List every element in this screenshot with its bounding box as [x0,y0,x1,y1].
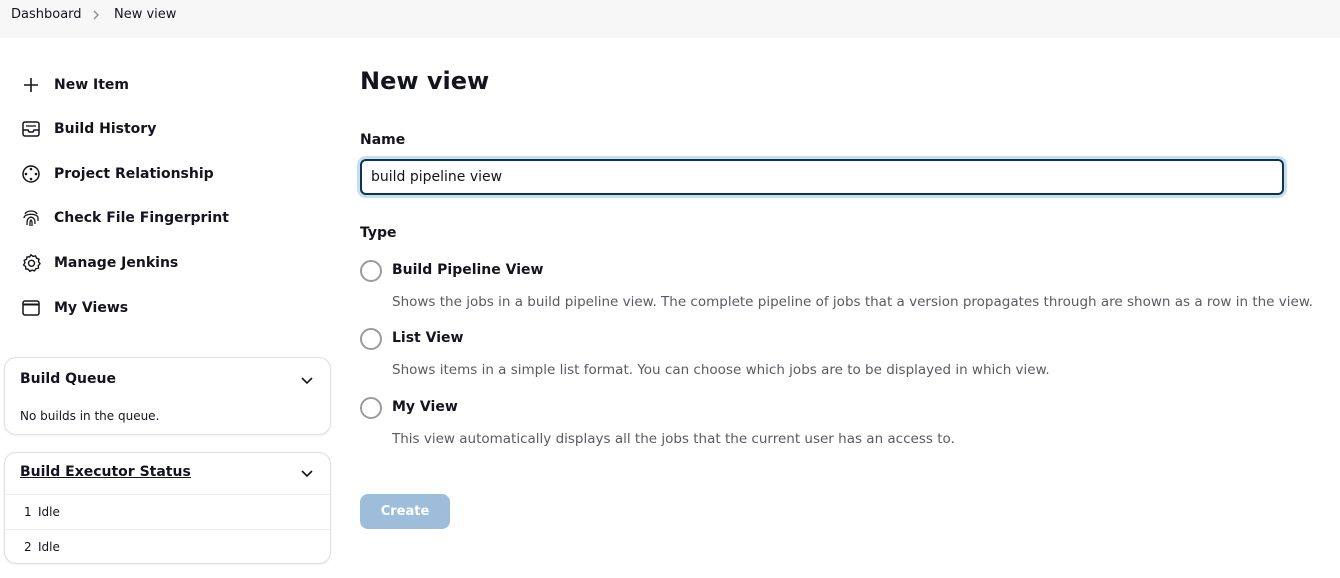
option-desc-build-pipeline-view: Shows the jobs in a build pipeline view.… [392,294,1313,310]
radio-my-view[interactable] [360,397,382,419]
chevron-right-icon [93,10,99,20]
sidebar-item-manage-jenkins[interactable]: Manage Jenkins [20,249,178,277]
executor-row: 2 Idle [5,529,330,564]
breadcrumb: Dashboard New view [0,0,1340,38]
name-label: Name [360,132,406,148]
build-executor-status-panel: Build Executor Status 1 Idle 2 Idle [4,452,331,564]
gear-icon [20,252,42,274]
radio-build-pipeline-view[interactable] [360,260,382,282]
executor-number: 2 [24,540,32,554]
type-label: Type [360,225,397,241]
sidebar-item-my-views[interactable]: My Views [20,294,128,322]
sidebar-item-label: Project Relationship [54,166,214,182]
sidebar-item-build-history[interactable]: Build History [20,115,156,143]
option-label-build-pipeline-view[interactable]: Build Pipeline View [392,262,543,278]
sidebar-item-label: Manage Jenkins [54,255,179,271]
chevron-down-icon[interactable] [300,373,314,387]
window-icon [20,297,42,319]
build-queue-empty-text: No builds in the queue. [20,409,160,423]
executor-status: Idle [38,505,60,519]
build-queue-title: Build Queue [20,371,116,387]
sidebar-item-label: Check File Fingerprint [54,210,229,226]
breadcrumb-dashboard-link[interactable]: Dashboard [11,7,82,22]
chevron-down-icon[interactable] [300,466,314,480]
sidebar-item-new-item[interactable]: New Item [20,71,129,99]
sidebar-item-label: Build History [54,121,157,137]
option-label-list-view[interactable]: List View [392,330,463,346]
build-queue-panel: Build Queue No builds in the queue. [4,357,331,435]
executor-number: 1 [24,505,32,519]
relationship-icon [20,163,42,185]
inbox-icon [20,118,42,140]
executor-status: Idle [38,540,60,554]
sidebar-item-label: New Item [54,77,130,93]
view-name-input[interactable] [360,159,1284,195]
fingerprint-icon [20,207,42,229]
option-desc-list-view: Shows items in a simple list format. You… [392,362,1050,378]
sidebar-item-project-relationship[interactable]: Project Relationship [20,160,214,188]
option-label-my-view[interactable]: My View [392,399,458,415]
executor-row: 1 Idle [5,494,330,529]
radio-list-view[interactable] [360,328,382,350]
option-desc-my-view: This view automatically displays all the… [392,431,955,447]
plus-icon [20,74,42,96]
page-title: New view [360,67,490,95]
sidebar-item-check-file-fingerprint[interactable]: Check File Fingerprint [20,204,229,232]
breadcrumb-current: New view [114,7,177,22]
sidebar-item-label: My Views [54,300,129,316]
create-button[interactable]: Create [360,494,450,529]
build-executor-status-link[interactable]: Build Executor Status [20,464,191,480]
